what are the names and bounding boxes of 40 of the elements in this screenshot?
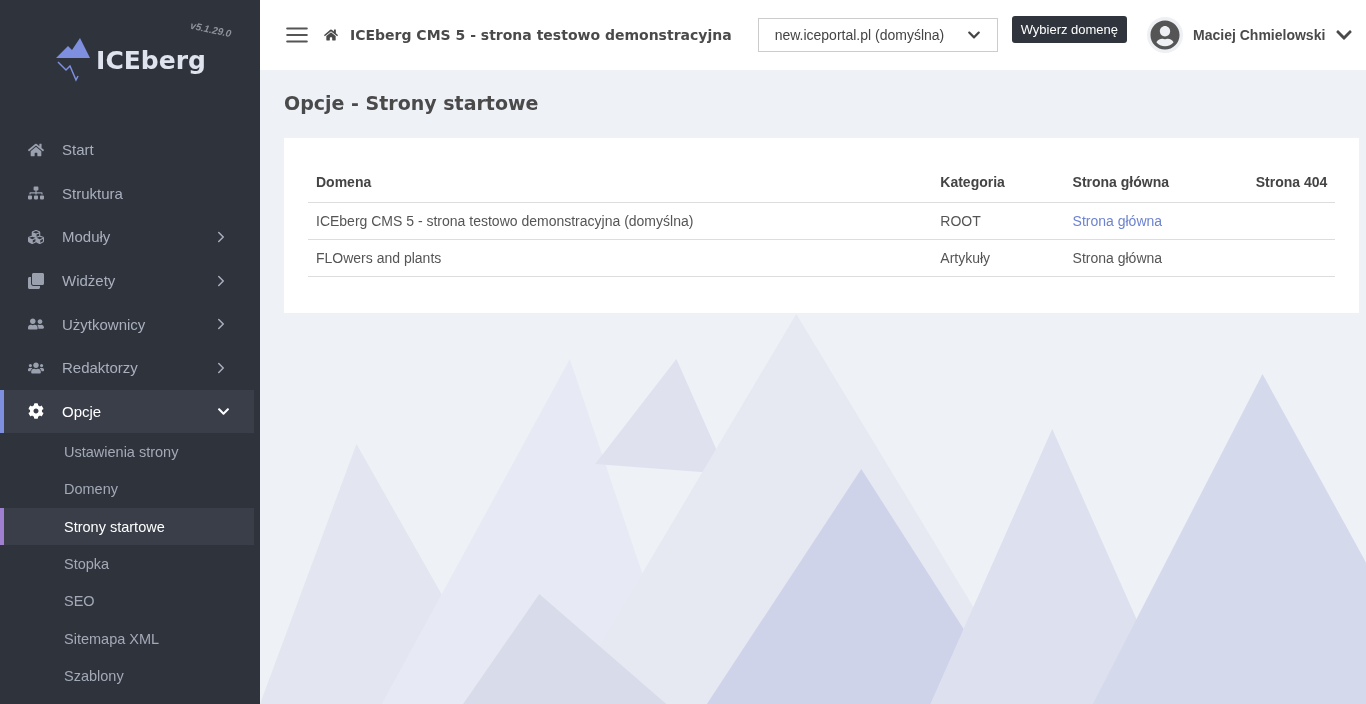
logo-icon xyxy=(54,36,93,84)
submenu-item[interactable]: Stopka xyxy=(0,545,254,583)
submenu-item[interactable]: SEO xyxy=(0,582,254,621)
home-icon xyxy=(324,28,338,42)
submenu-item[interactable]: Ustawienia strony xyxy=(0,433,254,471)
structure-icon xyxy=(26,185,46,202)
column-header: Domena xyxy=(308,162,933,203)
avatar-icon xyxy=(1147,17,1184,53)
table-cell: Strona główna xyxy=(1064,239,1248,277)
sidebar-item[interactable]: Użytkownicy xyxy=(0,302,254,346)
sidebar-item[interactable]: Struktura xyxy=(0,171,254,216)
cubes-icon xyxy=(26,229,46,245)
windows-icon xyxy=(26,272,46,289)
submenu-item[interactable]: Sitemapa XML xyxy=(0,620,254,658)
table-cell: ICEberg CMS 5 - strona testowo demonstracyjna (domyślna) xyxy=(308,202,933,240)
table-cell: ROOT xyxy=(932,202,1065,240)
column-header: Kategoria xyxy=(932,162,1065,203)
tooltip: Wybierz domenę xyxy=(1011,15,1128,43)
column-header: Strona główna xyxy=(1064,162,1248,203)
site-title-link[interactable]: ICEberg CMS 5 - strona testowo demonstracyjna xyxy=(324,27,732,43)
table-cell: Artykuły xyxy=(932,239,1065,277)
domain-select[interactable]: new.iceportal.pl (domyślna) xyxy=(757,18,998,52)
users-icon xyxy=(26,316,46,333)
submenu-item[interactable]: Domeny xyxy=(0,470,254,508)
column-header: Strona 404 xyxy=(1247,162,1336,203)
table-cell: FLOwers and plants xyxy=(308,239,933,277)
sidebar-item[interactable]: Widżety xyxy=(0,258,254,303)
logo-text: ICEberg xyxy=(96,45,206,75)
sidebar-item[interactable]: Start xyxy=(0,128,254,172)
sidebar-item[interactable]: Opcje xyxy=(0,389,254,434)
sidebar-item[interactable]: Redaktorzy xyxy=(0,345,254,390)
page-title: Opcje - Strony startowe xyxy=(284,92,540,114)
version-label: v5.1.29.0 xyxy=(189,19,233,40)
page-link[interactable]: Strona główna xyxy=(1072,213,1163,229)
settings-icon xyxy=(26,403,46,420)
sidebar-item[interactable]: Moduły xyxy=(0,215,254,259)
submenu-item[interactable]: Szablony xyxy=(0,657,254,695)
submenu-item[interactable]: Strony startowe xyxy=(0,507,254,546)
user-menu[interactable]: Maciej Chmielowski xyxy=(1141,16,1360,54)
home-icon xyxy=(26,141,46,158)
